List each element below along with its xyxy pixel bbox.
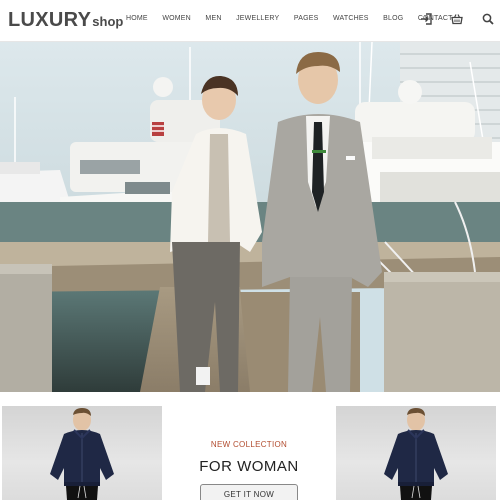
product-card-left[interactable]	[2, 406, 162, 500]
basket-icon[interactable]	[451, 13, 463, 25]
featured-band: NEW COLLECTION FOR WOMAN GET IT NOW	[0, 392, 500, 500]
nav-item-women[interactable]: WOMEN	[162, 15, 191, 22]
promo-title: FOR WOMAN	[199, 458, 299, 475]
product-card-right[interactable]	[336, 406, 496, 500]
brand-logo[interactable]: LUXURYshop	[8, 9, 123, 32]
get-it-now-button[interactable]: GET IT NOW	[200, 484, 298, 500]
promo-block: NEW COLLECTION FOR WOMAN GET IT NOW	[162, 406, 336, 500]
brand-logo-main: LUXURY	[8, 9, 92, 31]
nav-item-watches[interactable]: WATCHES	[333, 15, 369, 22]
product-image-jacket	[50, 408, 114, 500]
nav-item-blog[interactable]: BLOG	[383, 15, 403, 22]
promo-kicker: NEW COLLECTION	[210, 440, 288, 449]
nav-item-men[interactable]: MEN	[205, 15, 221, 22]
header-icons	[420, 13, 494, 25]
hero-image	[0, 42, 500, 392]
brand-logo-sub: shop	[92, 14, 124, 29]
nav-item-pages[interactable]: PAGES	[294, 15, 319, 22]
nav-item-jewellery[interactable]: JEWELLERY	[236, 15, 279, 22]
search-icon[interactable]	[482, 13, 494, 25]
nav-item-home[interactable]: HOME	[126, 15, 148, 22]
site-header: LUXURYshop HOME WOMEN MEN JEWELLERY PAGE…	[0, 0, 500, 42]
login-icon[interactable]	[420, 13, 432, 25]
hero-banner[interactable]	[0, 42, 500, 392]
main-nav: HOME WOMEN MEN JEWELLERY PAGES WATCHES B…	[126, 15, 467, 22]
product-image-jacket	[384, 408, 448, 500]
